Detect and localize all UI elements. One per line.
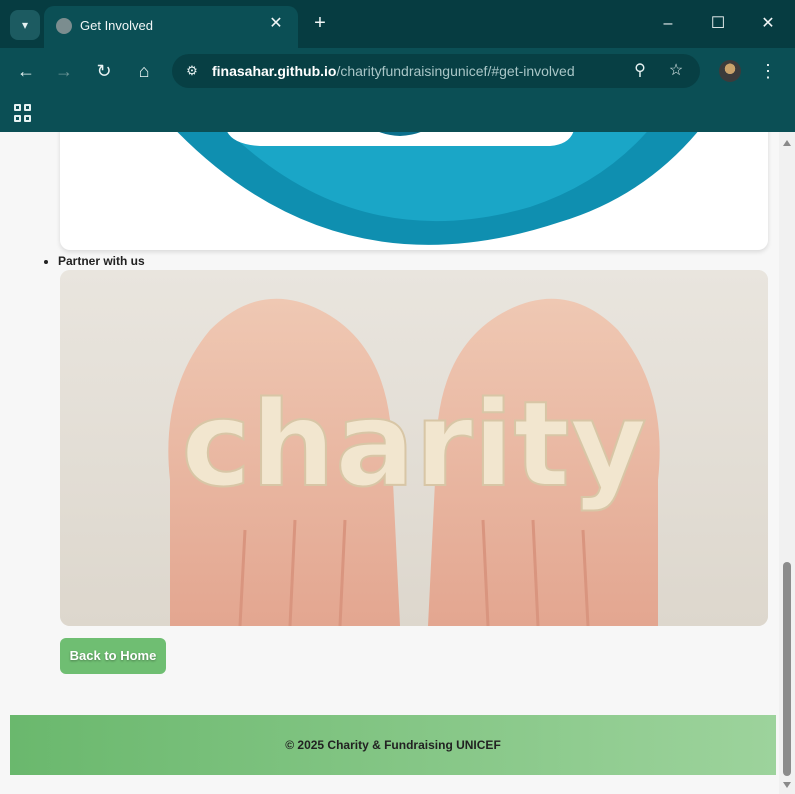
scroll-down-icon[interactable] (783, 782, 791, 788)
tab-get-involved[interactable]: Get Involved ✕ (44, 6, 298, 48)
url-host: finasahar.github.io (212, 63, 337, 79)
tab-strip: ▾ Get Involved ✕ + – ☐ ✕ (0, 0, 795, 48)
partner-list-item: Partner with us (44, 254, 145, 268)
page-viewport: Partner with us charity Back to Home © 2… (0, 132, 795, 794)
globe-icon (56, 18, 72, 34)
browser-toolbar: ← → ↻ ⌂ ⚙ finasahar.github.io/charityfun… (0, 48, 795, 94)
site-info-icon[interactable]: ⚙ (180, 59, 204, 83)
home-icon[interactable]: ⌂ (130, 57, 158, 85)
back-icon[interactable]: ← (12, 57, 40, 85)
partner-label: Partner with us (58, 254, 145, 268)
bookmarks-bar (0, 94, 795, 132)
bullet (44, 259, 48, 264)
minimize-button[interactable]: – (653, 10, 683, 38)
donation-logo-image (177, 132, 698, 245)
url-text[interactable]: finasahar.github.io/charityfundraisingun… (212, 63, 575, 79)
maximize-button[interactable]: ☐ (703, 10, 733, 38)
charity-hands-photo: charity (60, 270, 768, 626)
close-window-button[interactable]: ✕ (753, 10, 783, 38)
hands-illustration: charity (60, 270, 768, 626)
bookmark-star-icon[interactable]: ☆ (664, 59, 688, 83)
back-to-home-button[interactable]: Back to Home (60, 638, 166, 674)
charity-word: charity (181, 375, 647, 513)
tab-title: Get Involved (80, 18, 153, 33)
page-footer: © 2025 Charity & Fundraising UNICEF (10, 715, 776, 775)
url-path: /charityfundraisingunicef/#get-involved (336, 63, 575, 79)
unicef-logo-card (60, 132, 768, 250)
scroll-up-icon[interactable] (783, 140, 791, 146)
apps-grid-icon[interactable] (14, 104, 32, 122)
reload-icon[interactable]: ↻ (90, 57, 118, 85)
close-tab-icon[interactable]: ✕ (266, 14, 286, 34)
browser-window: ▾ Get Involved ✕ + – ☐ ✕ ← → ↻ ⌂ ⚙ finas… (0, 0, 795, 794)
address-bar[interactable]: ⚙ finasahar.github.io/charityfundraising… (172, 54, 700, 88)
browser-menu-icon[interactable]: ⋮ (756, 57, 780, 85)
tab-search-button[interactable]: ▾ (10, 10, 40, 40)
new-tab-button[interactable]: + (308, 12, 332, 36)
footer-copyright: © 2025 Charity & Fundraising UNICEF (285, 738, 501, 752)
scroll-thumb[interactable] (783, 562, 791, 776)
forward-icon[interactable]: → (50, 57, 78, 85)
profile-avatar[interactable] (719, 60, 741, 82)
zoom-icon[interactable]: ⚲ (628, 59, 652, 83)
vertical-scrollbar[interactable] (779, 132, 795, 794)
chevron-down-icon: ▾ (21, 18, 29, 32)
